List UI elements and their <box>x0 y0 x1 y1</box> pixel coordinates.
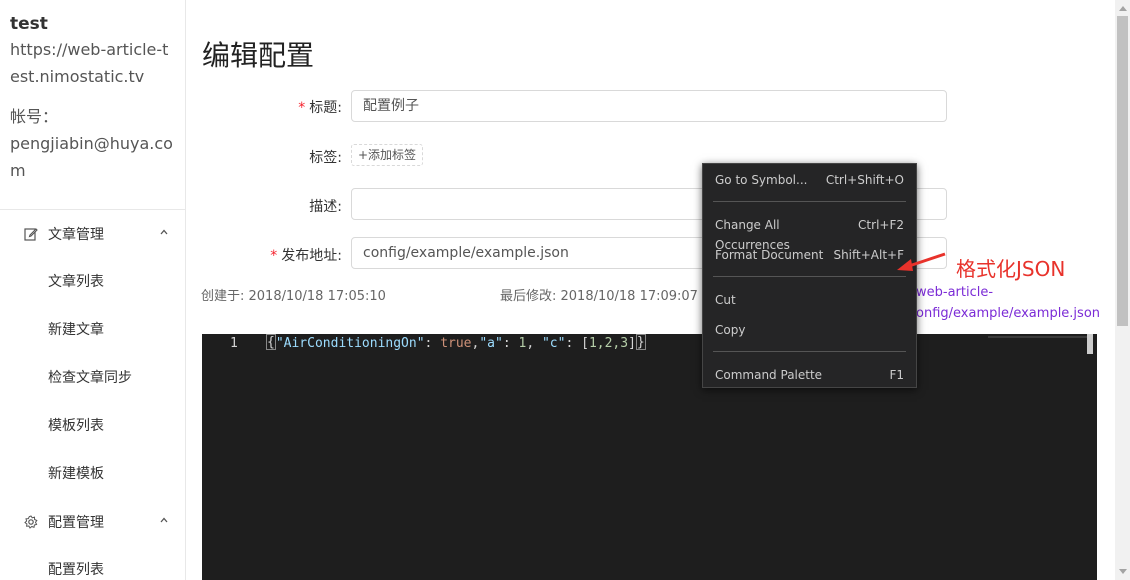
bracket-match: } <box>635 334 646 350</box>
user-site: https://web-article-test.nimostatic.tv <box>10 40 169 86</box>
chevron-up-icon <box>160 517 168 523</box>
published-url-link-line2[interactable]: onfig/example/example.json <box>916 306 1100 321</box>
line-number: 1 <box>230 336 238 351</box>
context-menu: Go to Symbol... Ctrl+Shift+O Change All O… <box>702 163 917 388</box>
required-mark: * <box>270 248 278 264</box>
gear-icon <box>24 515 38 529</box>
menu-item-cut[interactable]: Cut <box>715 290 904 310</box>
user-info: test https://web-article-test.nimostatic… <box>0 0 185 210</box>
required-mark: * <box>298 100 306 116</box>
menu-item-copy[interactable]: Copy <box>715 320 904 340</box>
tags-label: 标签: <box>309 150 342 166</box>
menu-item-command-palette[interactable]: Command Palette F1 <box>715 365 904 385</box>
sidebar: test https://web-article-test.nimostatic… <box>0 0 186 580</box>
page-scrollbar[interactable] <box>1115 0 1130 580</box>
menu-item-go-to-symbol[interactable]: Go to Symbol... Ctrl+Shift+O <box>715 170 904 190</box>
modified-time: 最后修改: 2018/10/18 17:09:07 <box>500 289 698 304</box>
menu-group-articles[interactable]: 文章管理 <box>0 210 185 258</box>
chevron-up-icon <box>160 229 168 235</box>
code-editor[interactable]: 1 {"AirConditioningOn": true,"a": 1, "c"… <box>202 334 1097 580</box>
user-name: test <box>10 14 48 34</box>
created-time: 创建于: 2018/10/18 17:05:10 <box>201 289 386 304</box>
menu-divider <box>713 276 906 277</box>
account-label: 帐号： <box>10 107 59 126</box>
main-content: 编辑配置 * 标题: 配置例子 标签: +添加标签 描述: * 发布地址: conf… <box>186 0 1116 580</box>
annotation-label: 格式化JSON <box>956 257 1066 281</box>
add-tag-button[interactable]: +添加标签 <box>351 144 424 166</box>
sidebar-item-template-list[interactable]: 模板列表 <box>48 416 104 436</box>
menu-divider <box>713 201 906 202</box>
minimap <box>988 336 1088 338</box>
menu-item-format-document[interactable]: Format Document Shift+Alt+F <box>715 245 904 265</box>
menu-group-label: 文章管理 <box>48 227 104 243</box>
editor-scrollbar[interactable] <box>1087 334 1093 354</box>
sidebar-item-check-sync[interactable]: 检查文章同步 <box>48 368 132 388</box>
edit-icon <box>24 228 38 241</box>
menu-group-config[interactable]: 配置管理 <box>0 498 185 546</box>
code-line[interactable]: {"AirConditioningOn": true,"a": 1, "c": … <box>266 334 646 351</box>
publish-url-label: * 发布地址: <box>270 248 342 264</box>
published-url-link-line1[interactable]: web-article- <box>916 285 993 300</box>
scroll-down-icon[interactable] <box>1119 569 1127 574</box>
title-input[interactable]: 配置例子 <box>351 90 947 122</box>
page-title: 编辑配置 <box>202 39 315 72</box>
sidebar-item-new-template[interactable]: 新建模板 <box>48 464 104 484</box>
account-email: pengjiabin@huya.com <box>10 134 173 180</box>
sidebar-item-article-list[interactable]: 文章列表 <box>48 272 104 292</box>
scroll-up-icon[interactable] <box>1119 6 1127 11</box>
bracket-match: { <box>266 334 276 350</box>
menu-divider <box>713 351 906 352</box>
annotation-arrow-icon <box>897 252 946 271</box>
menu-group-label: 配置管理 <box>48 515 104 531</box>
sidebar-item-new-article[interactable]: 新建文章 <box>48 320 104 340</box>
description-label: 描述: <box>309 199 342 215</box>
menu-item-change-all-occurrences[interactable]: Change All Occurrences Ctrl+F2 <box>715 215 904 252</box>
sidebar-item-config-list[interactable]: 配置列表 <box>48 560 104 580</box>
scroll-thumb[interactable] <box>1117 16 1128 326</box>
title-label: * 标题: <box>298 100 342 116</box>
